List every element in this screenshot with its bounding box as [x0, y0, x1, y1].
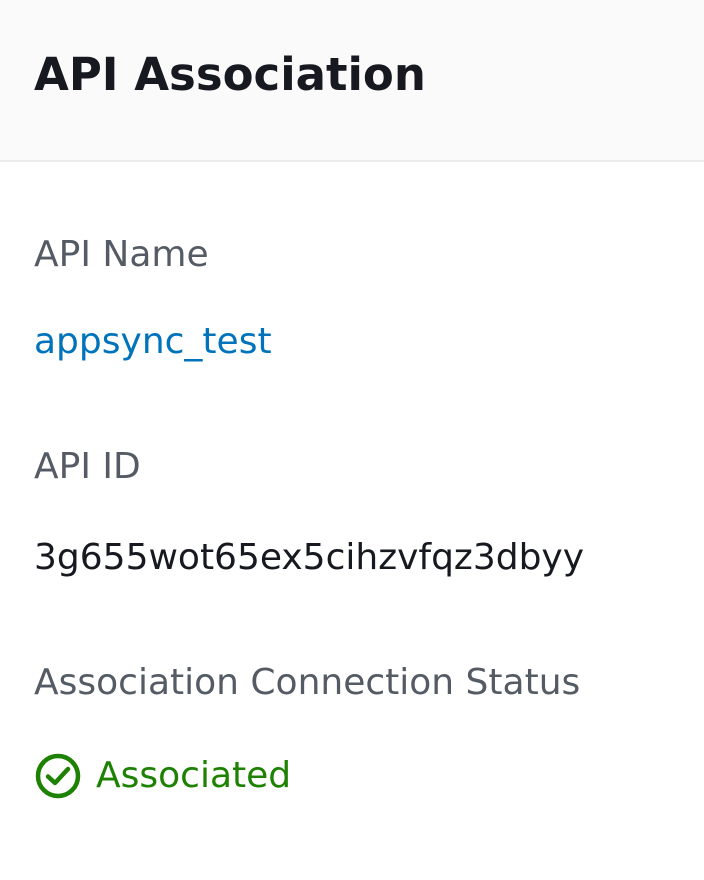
connection-status-label: Association Connection Status [34, 662, 581, 703]
api-name-link[interactable]: appsync_test [34, 321, 272, 362]
check-circle-icon [34, 752, 82, 800]
status-value: Associated [96, 755, 292, 796]
api-id-field: API ID 3g655wot65ex5cihzvfqz3dbyy [34, 449, 670, 576]
panel-title: API Association [34, 47, 426, 101]
api-name-field: API Name appsync_test [34, 237, 670, 360]
api-name-label: API Name [34, 234, 209, 275]
panel-header: API Association [0, 0, 704, 162]
status-indicator: Associated [34, 752, 670, 800]
connection-status-field: Association Connection Status Associated [34, 665, 670, 800]
panel-body: API Name appsync_test API ID 3g655wot65e… [0, 237, 704, 800]
api-id-label: API ID [34, 446, 141, 487]
api-association-panel: API Association API Name appsync_test AP… [0, 0, 704, 880]
api-id-value: 3g655wot65ex5cihzvfqz3dbyy [34, 537, 585, 578]
